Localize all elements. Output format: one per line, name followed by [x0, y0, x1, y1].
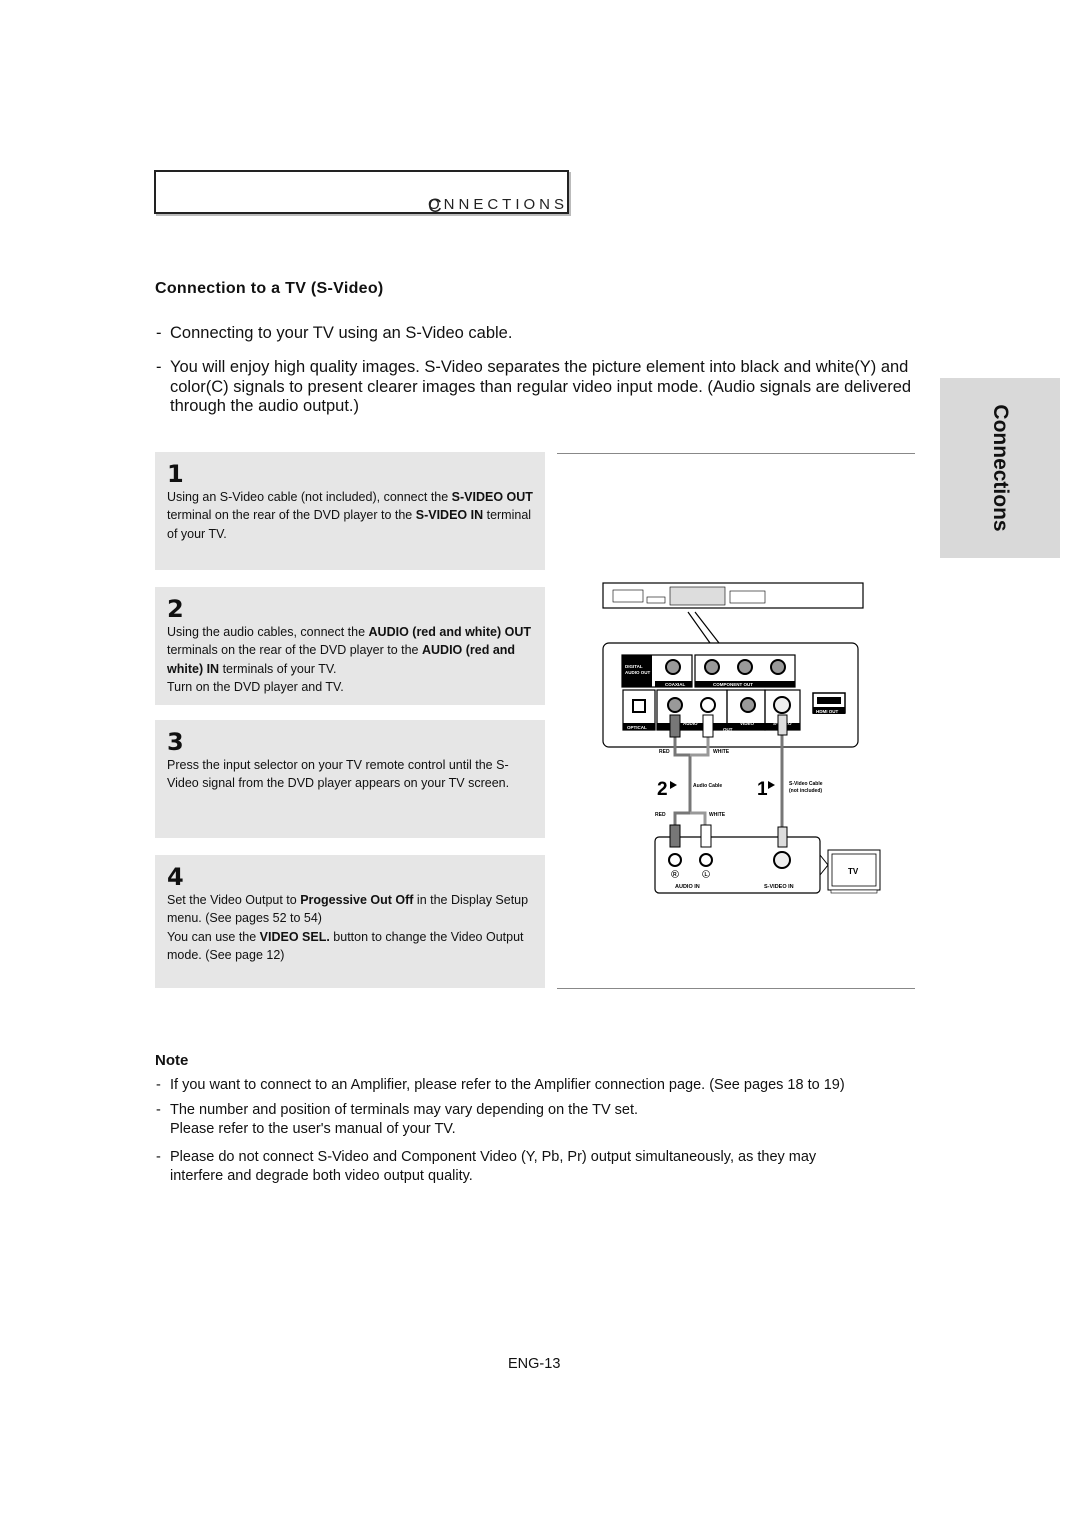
section-title: Connection to a TV (S-Video) — [155, 280, 384, 297]
intro-text: Connecting to your TV using an S-Video c… — [170, 324, 513, 342]
step-1: 1 Using an S-Video cable (not included),… — [155, 452, 545, 570]
label-tv: TV — [848, 867, 859, 876]
step-text-extra: You can use the VIDEO SEL. button to cha… — [167, 930, 524, 962]
component-jack — [737, 659, 753, 675]
component-jack — [770, 659, 786, 675]
dvd-player — [602, 582, 864, 609]
note-item: - The number and position of terminals ma… — [156, 1102, 639, 1137]
divider — [557, 453, 915, 454]
step-2: 2 Using the audio cables, connect the AU… — [155, 587, 545, 705]
label-coaxial: COAXIAL — [665, 682, 686, 687]
label-optical: OPTICAL — [627, 725, 647, 730]
note-text: If you want to connect to an Amplifier, … — [170, 1077, 845, 1093]
note-item: - If you want to connect to an Amplifier,… — [156, 1077, 845, 1093]
label-video: VIDEO — [740, 721, 755, 726]
tv-audio-r-jack — [668, 853, 682, 867]
page-number: ENG-13 — [508, 1356, 561, 1372]
label-red-bottom: RED — [655, 812, 666, 818]
tv-icon: TV — [827, 849, 881, 894]
step-text-main: Set the Video Output to Progessive Out O… — [167, 893, 528, 925]
step-number: 1 — [167, 460, 184, 488]
step-number: 3 — [167, 728, 184, 756]
label-audio-out: AUDIO OUT — [625, 670, 651, 675]
label-red-top: RED — [659, 749, 670, 755]
tv-audio-l-jack — [699, 853, 713, 867]
step-text: Using the audio cables, connect the AUDI… — [167, 623, 537, 696]
label-component-out: COMPONENT OUT — [713, 682, 753, 687]
note-title: Note — [155, 1052, 189, 1069]
optical-jack — [632, 699, 646, 713]
label-r: R — [673, 872, 677, 878]
step-text-run: Set the Video Output to — [167, 893, 301, 907]
arrow-right-icon — [670, 781, 677, 789]
label-audio-in: AUDIO IN — [675, 884, 700, 890]
step-text-run: terminals on the rear of the DVD player … — [167, 643, 422, 658]
step-text-run: You can use the — [167, 929, 260, 944]
label-not-included: (not included) — [789, 788, 822, 794]
audio-l-jack — [700, 697, 716, 713]
arrow-right-icon — [768, 781, 775, 789]
s-video-out-jack — [773, 696, 791, 714]
label-step-2: 2 — [657, 779, 668, 800]
video-jack — [740, 697, 756, 713]
coaxial-jack — [665, 659, 681, 675]
step-text-bold: VIDEO SEL. — [259, 929, 330, 944]
step-3: 3 Press the input selector on your TV re… — [155, 720, 545, 838]
label-white-bottom: WHITE — [709, 812, 726, 818]
step-text-run: Using the audio cables, connect the — [167, 625, 369, 639]
step-text-run: terminals of your TV. — [219, 661, 337, 676]
step-number: 4 — [167, 863, 184, 891]
connection-diagram: DIGITAL AUDIO OUT COAXIAL COMPONENT OUT … — [602, 582, 881, 894]
label-l: L — [705, 872, 708, 878]
label-step-1: 1 — [757, 779, 768, 800]
tv-s-video-jack — [773, 851, 791, 869]
step-text-bold: S-VIDEO IN — [415, 508, 484, 523]
step-text-run: Using an S-Video cable (not included), c… — [167, 490, 452, 504]
label-s-video-cable: S-Video Cable — [789, 781, 823, 787]
intro-item: - You will enjoy high quality images. S-V… — [156, 358, 912, 415]
label-out: OUT — [723, 727, 733, 732]
note-item: - Please do not connect S-Video and Compo… — [156, 1148, 916, 1185]
intro-text: You will enjoy high quality images. S-Vi… — [170, 358, 912, 415]
note-text: The number and position of terminals may… — [170, 1102, 639, 1118]
label-audio-cable: Audio Cable — [693, 783, 722, 789]
step-text-bold: AUDIO (red and white) OUT — [368, 625, 532, 639]
label-hdmi-out: HDMI OUT — [816, 709, 838, 714]
label-digital: DIGITAL — [625, 664, 643, 669]
intro-item: - Connecting to your TV using an S-Video … — [156, 324, 513, 342]
side-tab-connections: Connections — [940, 378, 1060, 558]
label-audio: AUDIO — [683, 721, 698, 726]
section-header: C ONNECTIONS — [154, 170, 569, 217]
step-text: Set the Video Output to Progessive Out O… — [167, 891, 537, 964]
step-text-bold: S-VIDEO OUT — [451, 490, 533, 504]
side-tab-label: Connections — [989, 404, 1012, 532]
step-text-extra: Turn on the DVD player and TV. — [167, 679, 344, 694]
label-white-top: WHITE — [713, 749, 730, 755]
step-text-run: Press the input selector on your TV remo… — [167, 758, 510, 791]
header-text: ONNECTIONS — [428, 196, 569, 213]
divider — [557, 988, 915, 989]
note-text: Please refer to the user's manual of you… — [170, 1120, 456, 1137]
step-text-run: terminal on the rear of the DVD player t… — [167, 508, 416, 523]
note-text: Please do not connect S-Video and Compon… — [170, 1149, 817, 1184]
step-text-bold: Progessive Out Off — [300, 893, 414, 907]
component-jack — [704, 659, 720, 675]
step-text: Press the input selector on your TV remo… — [167, 756, 537, 793]
step-text-main: Using the audio cables, connect the AUDI… — [167, 625, 531, 676]
label-s-video-in: S-VIDEO IN — [764, 884, 794, 890]
step-number: 2 — [167, 595, 184, 623]
step-text: Using an S-Video cable (not included), c… — [167, 488, 537, 543]
audio-r-jack — [667, 697, 683, 713]
step-4: 4 Set the Video Output to Progessive Out… — [155, 855, 545, 988]
